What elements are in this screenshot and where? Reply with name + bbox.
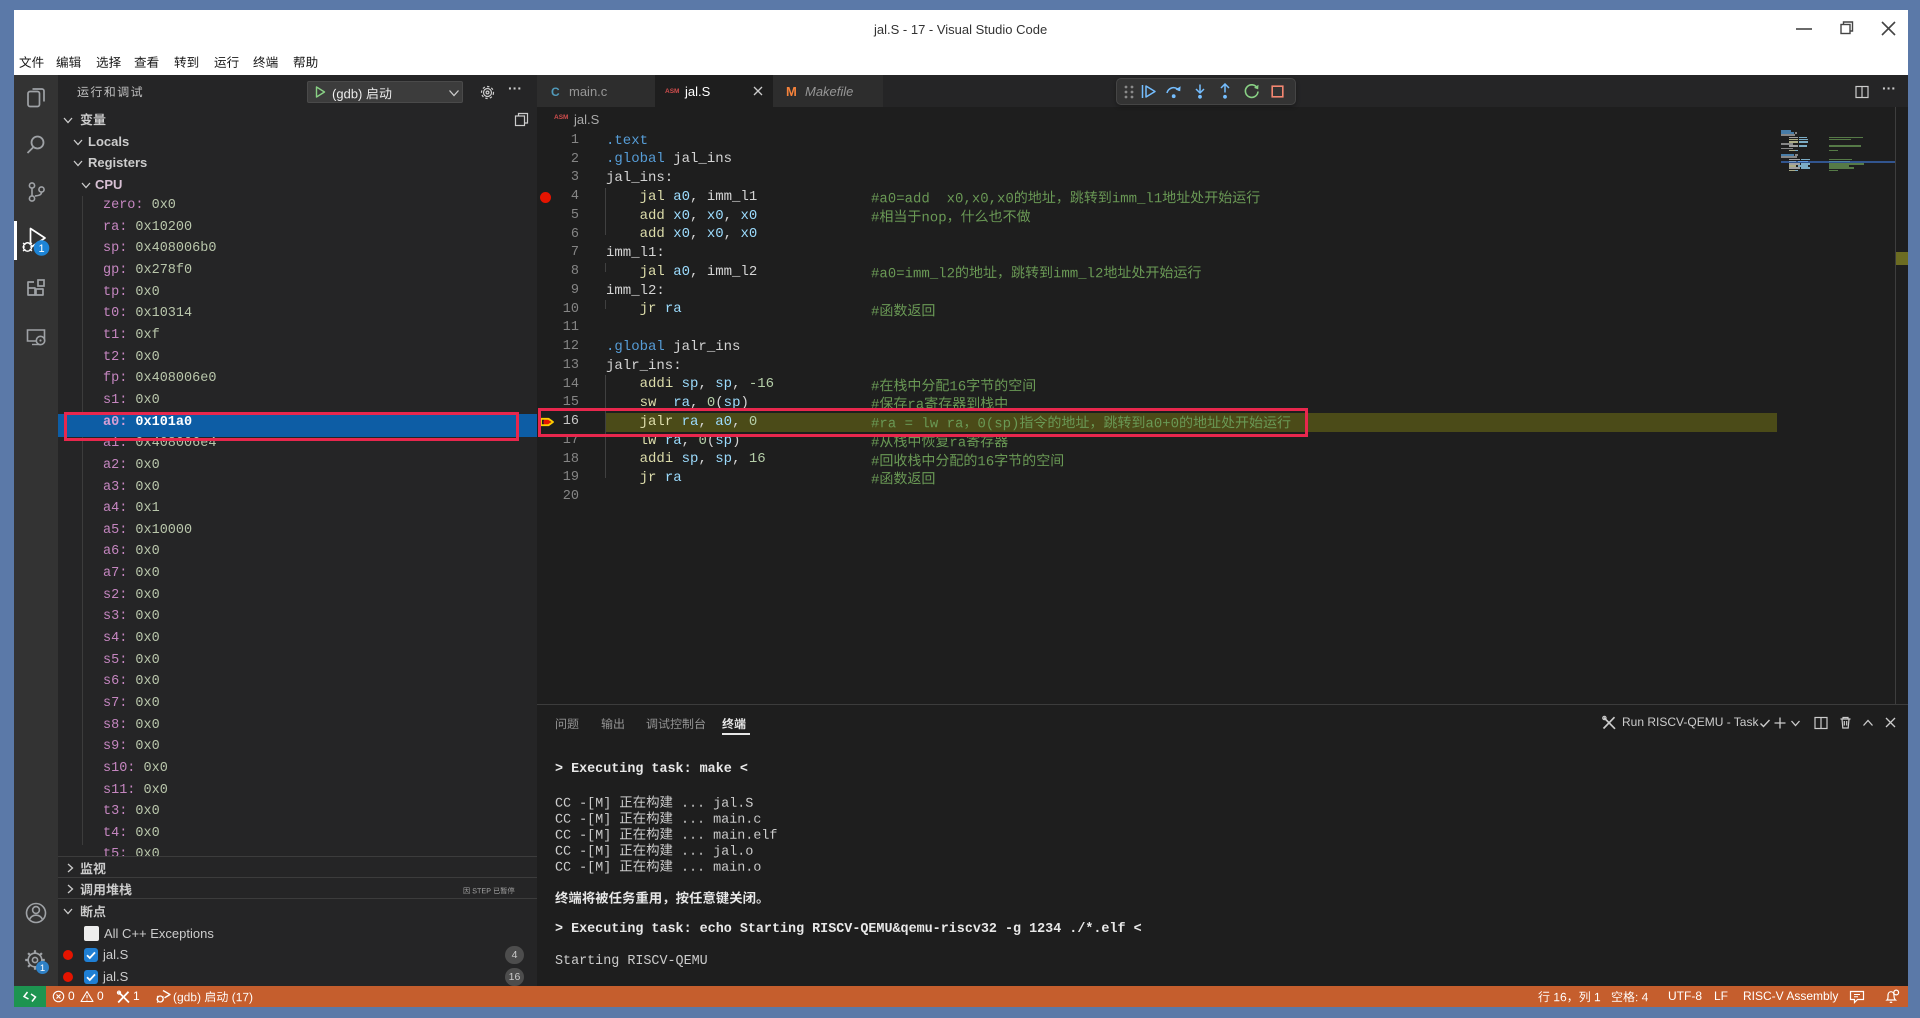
svg-text:1: 1 <box>40 963 45 974</box>
svg-text:1: 1 <box>38 243 44 255</box>
